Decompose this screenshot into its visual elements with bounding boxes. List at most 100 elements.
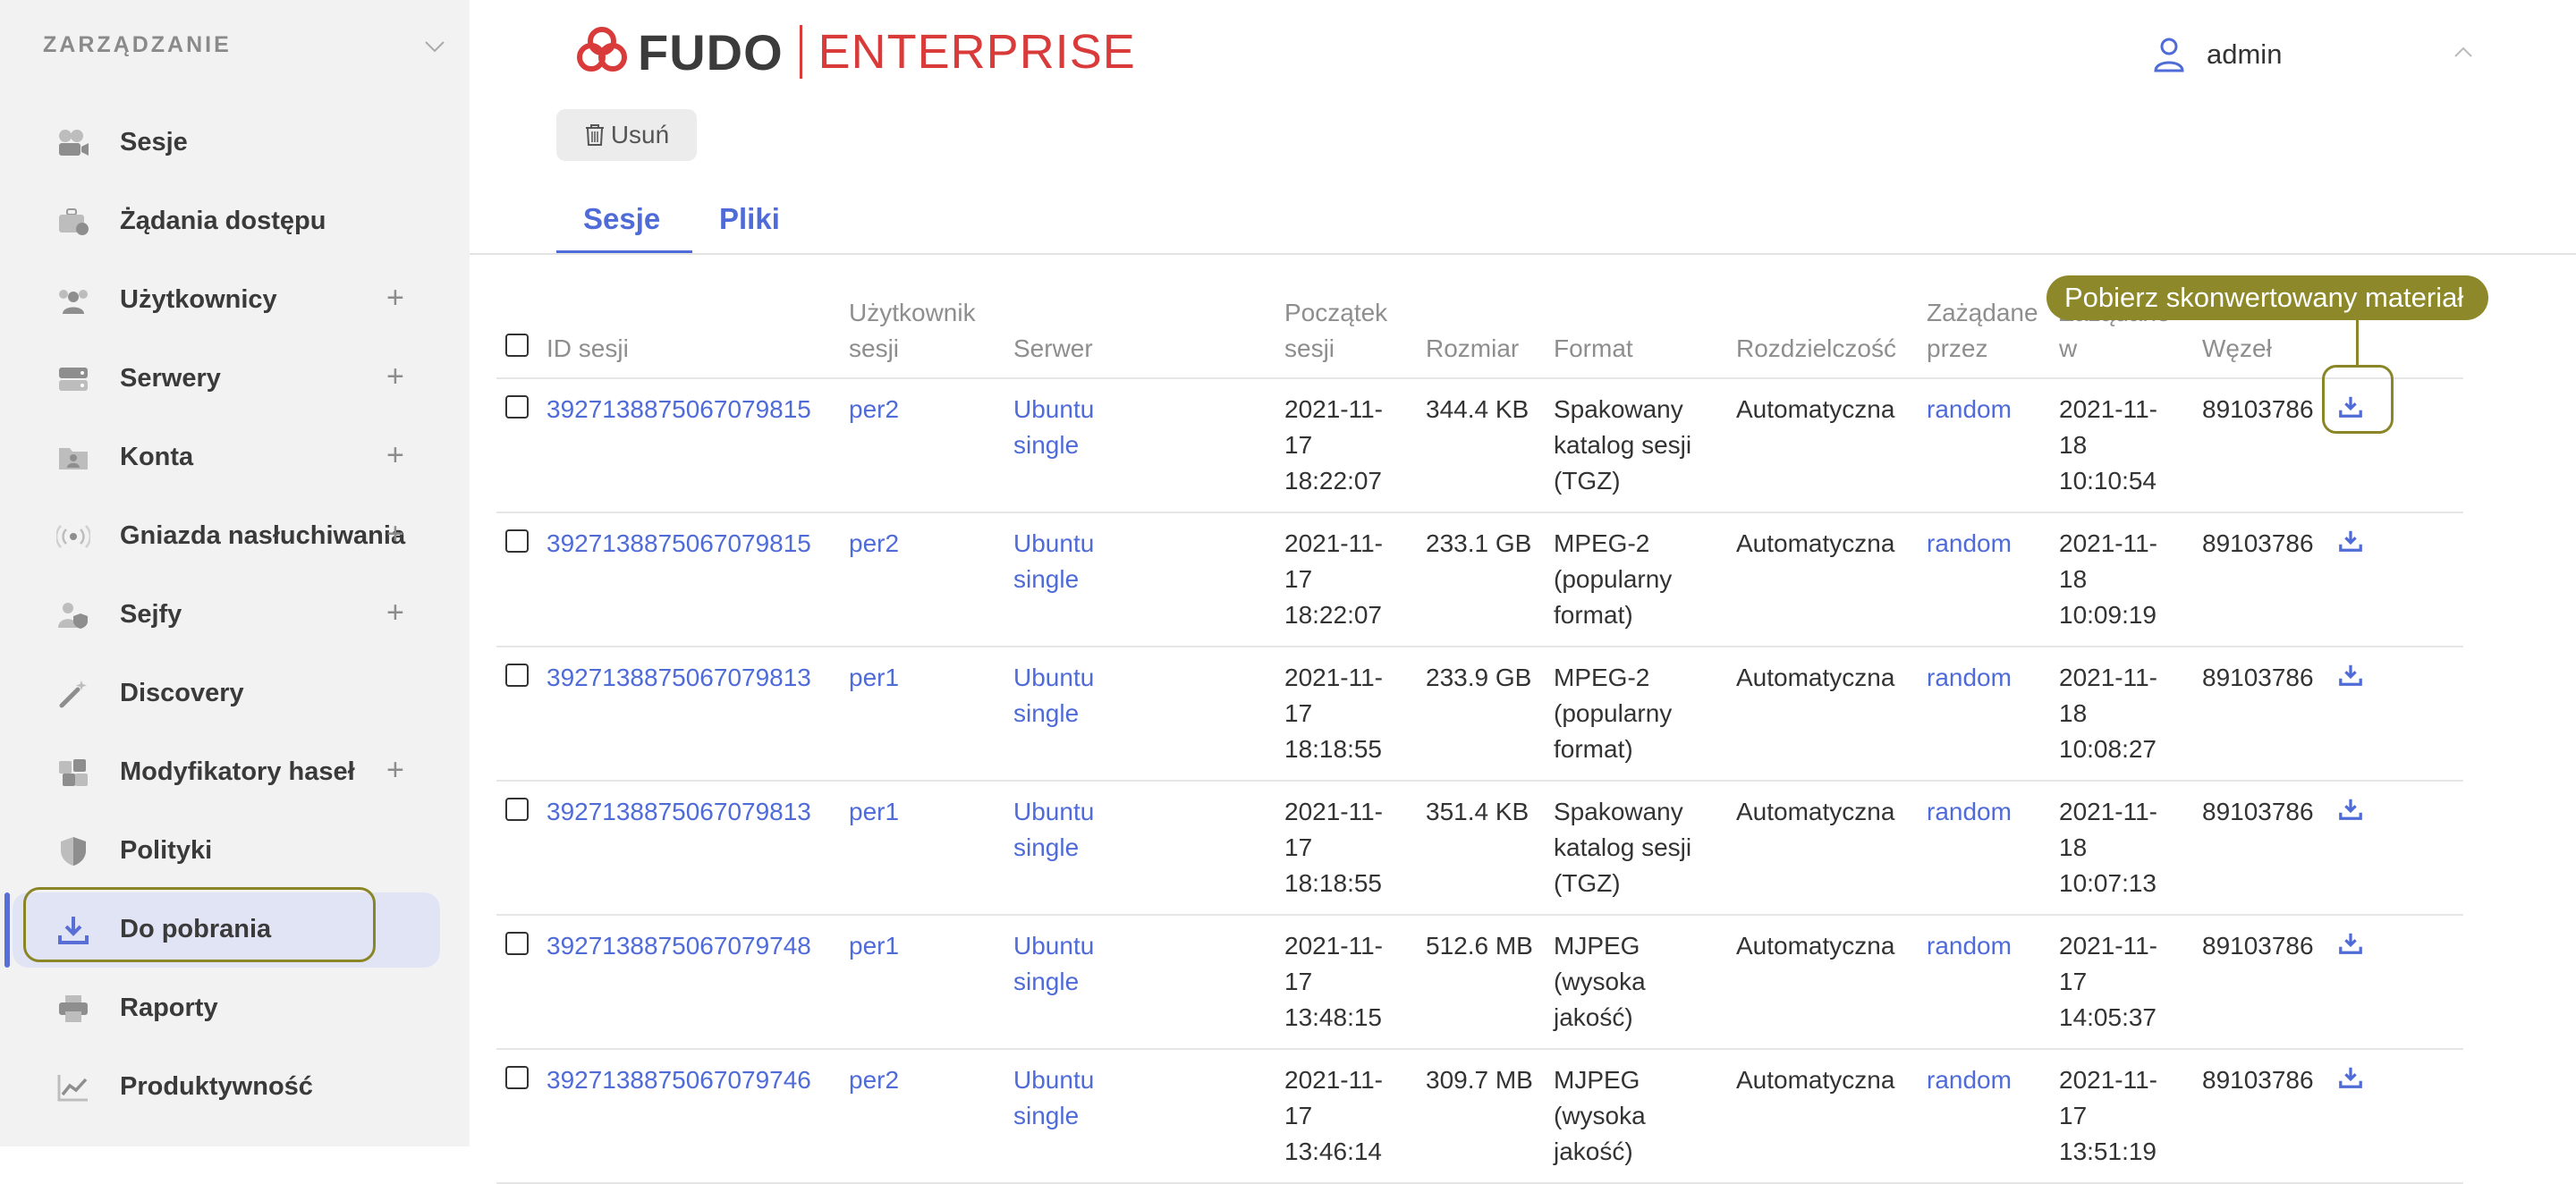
- tab-pliki[interactable]: Pliki: [719, 199, 780, 254]
- section-header[interactable]: ZARZĄDZANIE: [43, 32, 447, 59]
- row-checkbox[interactable]: [505, 932, 529, 955]
- requested-at: 2021-11- 18 10:10:54: [2059, 395, 2158, 495]
- sidebar-item-modyfikatory-hasel[interactable]: Modyfikatory haseł +: [0, 733, 470, 812]
- download-icon[interactable]: [2338, 1064, 2365, 1091]
- row-checkbox[interactable]: [505, 1066, 529, 1089]
- sidebar-item-zadania-dostepu[interactable]: Żądania dostępu: [0, 182, 470, 261]
- sidebar-item-produktywnosc[interactable]: Produktywność: [0, 1048, 470, 1127]
- column-header-start[interactable]: Początek sesji: [1275, 295, 1417, 378]
- user-link[interactable]: per1: [849, 798, 899, 825]
- column-header-session-id[interactable]: ID sesji: [538, 295, 840, 378]
- select-all-checkbox[interactable]: [505, 334, 529, 357]
- download-icon[interactable]: [2338, 528, 2365, 554]
- row-checkbox[interactable]: [505, 798, 529, 821]
- column-header-size[interactable]: Rozmiar: [1417, 295, 1545, 378]
- user-menu[interactable]: admin: [2153, 32, 2472, 77]
- delete-button-label: Usuń: [610, 121, 670, 148]
- table-row: 3927138875067079748 per1 Ubuntu single 2021-…: [496, 915, 2463, 1049]
- requested-by-link[interactable]: random: [1927, 798, 2012, 825]
- sidebar-item-gniazda-nasluchiwania[interactable]: Gniazda nasłuchiwania +: [0, 497, 470, 576]
- broadcast-icon: [55, 519, 91, 554]
- tab-sesje[interactable]: Sesje: [556, 199, 692, 254]
- expand-plus-icon[interactable]: +: [386, 281, 404, 316]
- expand-plus-icon[interactable]: +: [386, 753, 404, 788]
- download-icon[interactable]: [2338, 662, 2365, 689]
- column-header-format[interactable]: Format: [1545, 295, 1727, 378]
- table-row: 3927138875067079815 per2 Ubuntu single 2021-…: [496, 512, 2463, 647]
- sidebar-item-raporty[interactable]: Raporty: [0, 969, 470, 1048]
- shield-icon: [55, 833, 91, 869]
- fudo-logo[interactable]: FUDO ENTERPRISE: [573, 21, 1136, 82]
- sidebar-item-do-pobrania[interactable]: Do pobrania: [0, 887, 470, 969]
- sidebar-item-discovery[interactable]: Discovery: [0, 655, 470, 733]
- main-content: FUDO ENTERPRISE admin Usuń Sesje Pliki I…: [470, 0, 2576, 1183]
- server-link[interactable]: Ubuntu single: [1004, 915, 1275, 1049]
- file-size: 512.6 MB: [1426, 932, 1533, 960]
- requested-by-link[interactable]: random: [1927, 932, 2012, 960]
- requested-by-link[interactable]: random: [1927, 529, 2012, 557]
- user-link[interactable]: per2: [849, 395, 899, 423]
- sidebar-item-uzytkownicy[interactable]: Użytkownicy +: [0, 261, 470, 340]
- file-size: 233.1 GB: [1426, 529, 1532, 557]
- row-checkbox[interactable]: [505, 395, 529, 419]
- session-id-link[interactable]: 3927138875067079815: [547, 395, 811, 423]
- expand-plus-icon[interactable]: +: [386, 438, 404, 473]
- column-header-server[interactable]: Serwer: [1004, 295, 1275, 378]
- requested-by-link[interactable]: random: [1927, 395, 2012, 423]
- file-format: MPEG-2 (popularny format): [1554, 529, 1673, 629]
- download-icon[interactable]: [2338, 930, 2365, 957]
- row-checkbox[interactable]: [505, 664, 529, 687]
- row-checkbox[interactable]: [505, 529, 529, 553]
- server-link[interactable]: Ubuntu single: [1004, 781, 1275, 915]
- sidebar-item-sesje[interactable]: Sesje: [0, 104, 470, 182]
- session-id-link[interactable]: 3927138875067079813: [547, 798, 811, 825]
- session-id-link[interactable]: 3927138875067079815: [547, 529, 811, 557]
- expand-plus-icon[interactable]: +: [386, 596, 404, 630]
- server-link[interactable]: Ubuntu single: [1004, 1049, 1275, 1183]
- session-id-link[interactable]: 3927138875067079748: [547, 932, 811, 960]
- fudo-logo-mark-icon: [577, 27, 627, 72]
- magic-wand-icon: [55, 676, 91, 712]
- requested-at: 2021-11- 17 13:51:19: [2059, 1066, 2158, 1165]
- row-select-cell: [496, 1049, 538, 1183]
- sidebar-item-konta[interactable]: Konta +: [0, 419, 470, 497]
- row-select-cell: [496, 781, 538, 915]
- server-link[interactable]: Ubuntu single: [1004, 512, 1275, 647]
- requested-at: 2021-11- 18 10:08:27: [2059, 664, 2158, 763]
- user-link[interactable]: per2: [849, 529, 899, 557]
- row-select-cell: [496, 512, 538, 647]
- sidebar-item-label: Gniazda nasłuchiwania: [120, 521, 406, 550]
- expand-plus-icon[interactable]: +: [386, 517, 404, 552]
- expand-plus-icon[interactable]: +: [386, 359, 404, 394]
- tab-divider: [470, 253, 2576, 255]
- header-select-cell: [496, 295, 538, 378]
- user-link[interactable]: per1: [849, 664, 899, 691]
- requested-by-link[interactable]: random: [1927, 664, 2012, 691]
- session-id-link[interactable]: 3927138875067079746: [547, 1066, 811, 1094]
- column-header-user[interactable]: Użytkownik sesji: [840, 295, 1004, 378]
- server-link[interactable]: Ubuntu single: [1004, 647, 1275, 781]
- node-id: 89103786: [2202, 664, 2314, 691]
- sidebar-item-polityki[interactable]: Polityki: [0, 812, 470, 891]
- download-icon[interactable]: [2338, 796, 2365, 823]
- resolution: Automatyczna: [1736, 529, 1895, 557]
- sidebar-item-serwery[interactable]: Serwery +: [0, 340, 470, 419]
- sidebar-item-label: Żądania dostępu: [120, 207, 326, 235]
- column-header-resolution[interactable]: Rozdzielczość: [1727, 295, 1918, 378]
- server-link[interactable]: Ubuntu single: [1004, 378, 1275, 512]
- sidebar-item-label: Do pobrania: [120, 915, 272, 943]
- trash-icon: [585, 124, 604, 146]
- users-icon: [55, 283, 91, 318]
- delete-button[interactable]: Usuń: [556, 109, 697, 161]
- chevron-up-icon[interactable]: [2452, 41, 2475, 64]
- session-id-link[interactable]: 3927138875067079813: [547, 664, 811, 691]
- sidebar-item-sejfy[interactable]: Sejfy +: [0, 576, 470, 655]
- sidebar-item-label: Użytkownicy: [120, 285, 277, 314]
- file-format: Spakowany katalog sesji (TGZ): [1554, 798, 1692, 897]
- sidebar-item-label: Sejfy: [120, 600, 182, 629]
- user-link[interactable]: per1: [849, 932, 899, 960]
- column-header-requested-by[interactable]: Zażądane przez: [1918, 295, 2050, 378]
- requested-by-link[interactable]: random: [1927, 1066, 2012, 1094]
- briefcase-clock-icon: [55, 204, 91, 240]
- user-link[interactable]: per2: [849, 1066, 899, 1094]
